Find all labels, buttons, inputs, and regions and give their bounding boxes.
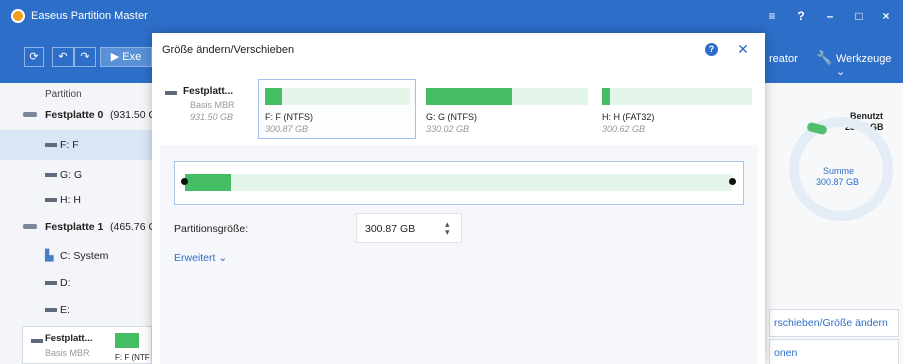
total-value: 300.87 GB <box>816 177 860 187</box>
disk-map-used-bar <box>115 333 139 348</box>
title-bar: Easeus Partition Master ≡ ? – □ × <box>0 0 903 33</box>
partition-used-fill <box>265 88 283 105</box>
undo-button[interactable]: ↶ <box>52 47 74 67</box>
disk-icon <box>31 339 43 343</box>
partition-block-g[interactable]: G: G (NTFS) 330.02 GB <box>419 79 592 139</box>
partition-size: 330.02 GB <box>426 124 470 134</box>
partition-icon <box>45 143 57 147</box>
resize-slider[interactable] <box>174 161 744 205</box>
disk-map-type: Basis MBR <box>45 348 90 358</box>
disk-info: Festplatt... Basis MBR 931.50 GB <box>160 81 255 137</box>
app-logo-icon <box>11 9 25 23</box>
spinner-arrows-icon[interactable]: ▴ ▾ <box>445 220 450 237</box>
app-title: Easeus Partition Master <box>31 10 148 22</box>
advanced-link[interactable]: Erweitert ⌄ <box>174 252 227 264</box>
sidebar-item-label: H: H <box>60 194 81 206</box>
partition-usage-bar <box>602 88 752 105</box>
sidebar-header: Partition <box>45 89 82 100</box>
sidebar-item-label: Festplatte 0 <box>45 109 104 121</box>
sidebar-item-f[interactable]: F: F <box>0 130 152 160</box>
partition-icon <box>45 173 57 177</box>
partition-name: H: H (FAT32) <box>602 112 655 122</box>
partition-size: 300.87 GB <box>265 124 309 134</box>
sidebar-item-label: D: <box>60 277 71 289</box>
partition-size-label: Partitionsgröße: <box>174 223 249 235</box>
disk-icon <box>23 224 37 229</box>
disk-map-card[interactable]: Festplatt... Basis MBR F: F (NTF <box>22 326 152 364</box>
tools-label: Werkzeuge <box>836 53 892 65</box>
partition-used-fill <box>426 88 512 105</box>
creator-label[interactable]: reator <box>769 53 798 65</box>
sidebar-item-e[interactable]: E: <box>0 295 152 325</box>
sidebar: Partition Festplatte 0 (931.50 G F: F G:… <box>0 83 152 364</box>
partition-icon <box>45 198 57 202</box>
partition-used-fill <box>602 88 610 105</box>
resize-usage-bar <box>185 174 732 191</box>
sidebar-item-detail: (465.76 G <box>110 221 152 233</box>
wrench-icon[interactable]: 🔧 <box>816 50 832 66</box>
tools-menu[interactable]: Werkzeuge ⌄ <box>836 53 903 78</box>
partition-icon <box>45 281 57 285</box>
total-label: Summe <box>823 166 855 176</box>
partition-size: 300.62 GB <box>602 124 646 134</box>
right-panel: Benutzt 25.37 GB Summe 300.87 GB rschieb… <box>765 83 903 364</box>
right-resize-handle[interactable] <box>729 178 736 185</box>
dialog-title: Größe ändern/Verschieben <box>162 44 295 56</box>
chevron-down-icon: ⌄ <box>836 66 846 78</box>
more-options-action[interactable]: onen <box>769 339 899 364</box>
sidebar-item-disk1[interactable]: Festplatte 1 (465.76 G <box>0 212 152 242</box>
menu-icon[interactable]: ≡ <box>760 6 784 26</box>
partition-usage-bar <box>426 88 588 105</box>
resize-move-dialog: Größe ändern/Verschieben ? ✕ Festplatt..… <box>152 33 765 364</box>
sidebar-item-disk0[interactable]: Festplatte 0 (931.50 G <box>0 100 152 130</box>
sidebar-item-c[interactable]: ▙ C: System <box>0 241 152 271</box>
partition-size-value[interactable]: 300.87 GB <box>365 223 415 235</box>
partition-name: F: F (NTFS) <box>265 112 313 122</box>
disk-strip: Festplatt... Basis MBR 931.50 GB F: F (N… <box>160 77 758 141</box>
system-partition-icon: ▙ <box>45 250 54 262</box>
partition-name: G: G (NTFS) <box>426 112 477 122</box>
close-icon[interactable]: ✕ <box>735 40 751 58</box>
sidebar-item-label: Festplatte 1 <box>45 221 104 233</box>
sidebar-item-detail: (931.50 G <box>110 109 152 121</box>
help-icon[interactable]: ? <box>789 6 813 26</box>
redo-button[interactable]: ↷ <box>74 47 96 67</box>
sidebar-item-label: C: System <box>60 250 109 262</box>
resize-used-fill <box>185 174 232 191</box>
partition-usage-bar <box>265 88 410 105</box>
resize-move-action[interactable]: rschieben/Größe ändern <box>769 309 899 337</box>
disk-name: Festplatt... <box>183 86 234 97</box>
help-icon[interactable]: ? <box>705 43 718 56</box>
disk-size: 931.50 GB <box>190 112 234 122</box>
disk-map-name: Festplatt... <box>45 333 93 344</box>
execute-button[interactable]: ▶ Exe <box>100 47 152 67</box>
left-resize-handle[interactable] <box>181 178 188 185</box>
disk-map-part-name: F: F (NTF <box>115 353 150 362</box>
sidebar-item-label: E: <box>60 304 70 316</box>
disk-type: Basis MBR <box>190 100 235 110</box>
sidebar-item-label: F: F <box>60 139 79 151</box>
sidebar-item-d[interactable]: D: <box>0 268 152 298</box>
disk-icon <box>165 91 177 95</box>
close-button[interactable]: × <box>874 6 898 26</box>
dialog-content: Partitionsgröße: 300.87 GB ▴ ▾ Erweitert … <box>160 145 758 364</box>
sidebar-item-h[interactable]: H: H <box>0 185 152 215</box>
partition-block-h[interactable]: H: H (FAT32) 300.62 GB <box>595 79 755 139</box>
disk-icon <box>23 112 37 117</box>
partition-size-stepper[interactable]: 300.87 GB ▴ ▾ <box>356 213 462 243</box>
minimize-button[interactable]: – <box>818 6 842 26</box>
refresh-button[interactable]: ⟳ <box>24 47 44 67</box>
maximize-button[interactable]: □ <box>847 6 871 26</box>
partition-block-f[interactable]: F: F (NTFS) 300.87 GB <box>258 79 416 139</box>
partition-icon <box>45 308 57 312</box>
